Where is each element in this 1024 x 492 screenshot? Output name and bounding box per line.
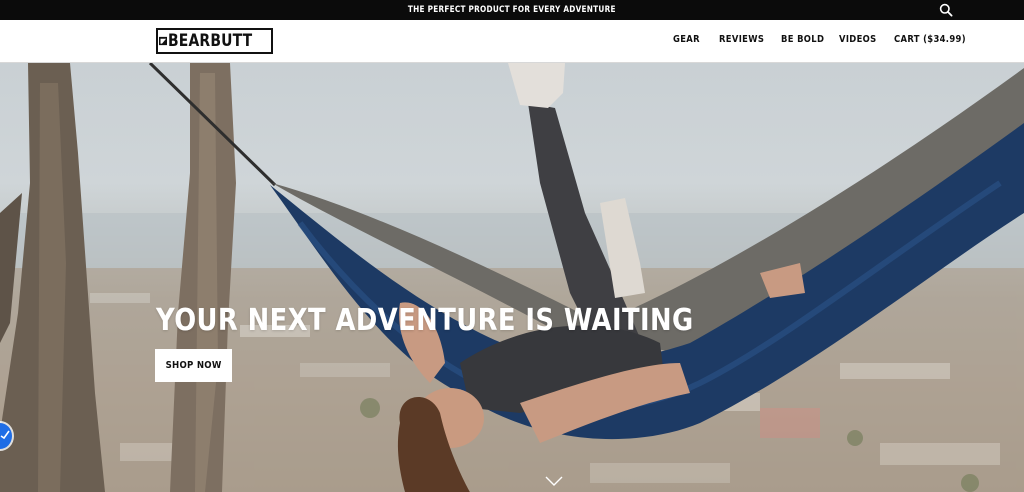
shop-now-label: SHOP NOW — [165, 360, 222, 371]
hero-image — [0, 63, 1024, 492]
shop-now-button[interactable]: SHOP NOW — [155, 349, 232, 382]
nav-item-gear[interactable]: GEAR — [673, 34, 700, 45]
search-icon[interactable] — [939, 3, 953, 17]
nav-item-reviews[interactable]: REVIEWS — [719, 34, 764, 45]
nav-item-cart[interactable]: CART ($34.99) — [894, 34, 966, 45]
promo-text: THE PERFECT PRODUCT FOR EVERY ADVENTURE — [408, 5, 616, 15]
nav-item-videos[interactable]: VIDEOS — [839, 34, 877, 45]
hero-banner: YOUR NEXT ADVENTURE IS WAITING SHOP NOW — [0, 63, 1024, 492]
nav-item-be-bold[interactable]: BE BOLD — [781, 34, 824, 45]
main-nav: GEAR REVIEWS BE BOLD VIDEOS CART ($34.99… — [0, 20, 1024, 62]
check-icon — [0, 430, 10, 440]
promo-bar: THE PERFECT PRODUCT FOR EVERY ADVENTURE — [0, 0, 1024, 20]
chevron-down-icon[interactable] — [544, 474, 564, 486]
hero-headline: YOUR NEXT ADVENTURE IS WAITING — [156, 303, 694, 338]
site-header: BEARBUTT GEAR REVIEWS BE BOLD VIDEOS CAR… — [0, 20, 1024, 63]
